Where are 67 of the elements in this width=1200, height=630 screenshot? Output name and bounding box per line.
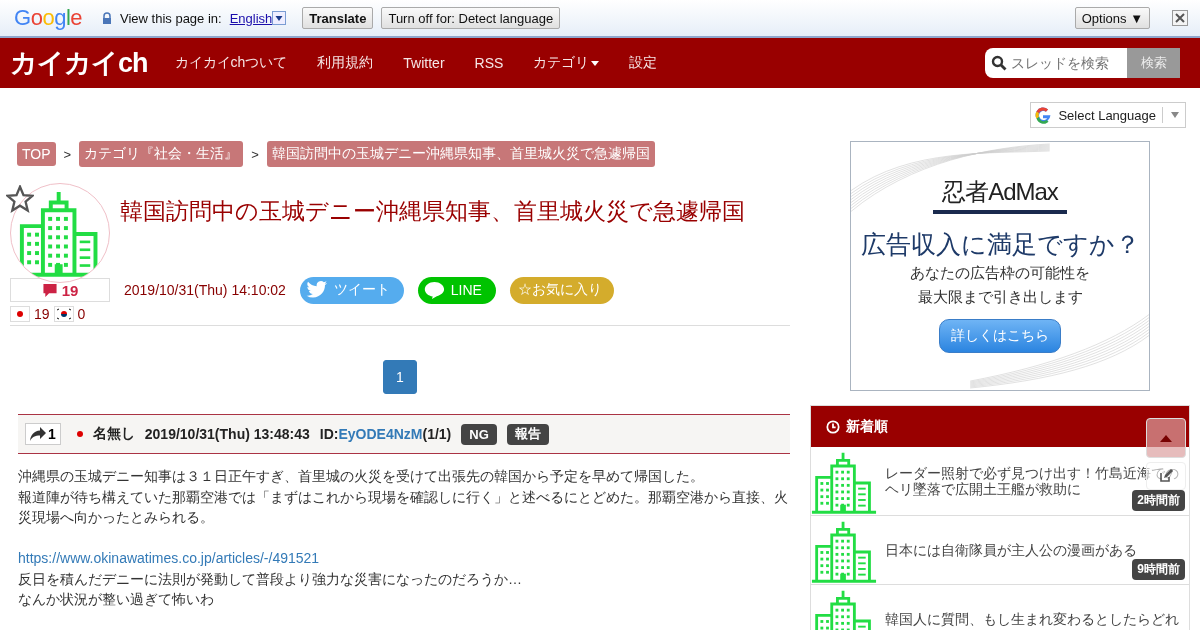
article-link[interactable]: https://www.okinawatimes.co.jp/articles/-/491521: [18, 550, 320, 566]
building-icon: [811, 520, 877, 584]
scroll-top-button[interactable]: [1146, 418, 1186, 458]
language-select[interactable]: Select Language: [1030, 102, 1186, 128]
breadcrumb-separator: >: [251, 146, 259, 162]
search-icon: [991, 55, 1007, 71]
star-icon[interactable]: [6, 185, 34, 213]
thread-title: 韓国訪問中の玉城デニー沖縄県知事、首里城火災で急遽帰国: [120, 198, 745, 224]
reply-button[interactable]: 1: [25, 423, 61, 445]
options-button[interactable]: Options ▼: [1074, 7, 1150, 29]
post-text: 反日を積んだデニーに法則が発動して普段より強力な災害になったのだろうか…: [18, 569, 523, 589]
translate-prompt: View this page in:: [120, 10, 222, 26]
post-date: 2019/10/31(Thu) 13:48:43: [144, 426, 310, 442]
country-count: 19: [34, 306, 50, 322]
time-badge: 2時間前: [1132, 490, 1185, 511]
nav-link[interactable]: RSS: [459, 55, 519, 71]
up-arrow-icon: [1160, 434, 1172, 442]
page-button[interactable]: 1: [383, 360, 417, 394]
ad-text: あなたの広告枠の可能性を: [910, 263, 1090, 283]
ad-text: 最大限まで引き出します: [917, 287, 1083, 307]
lock-icon: [102, 12, 112, 24]
share-arrow-icon: [30, 427, 46, 441]
building-icon: [811, 451, 877, 515]
close-icon[interactable]: [1172, 10, 1188, 26]
ad-headline: 広告収入に満足ですか？: [860, 229, 1140, 260]
ad-brand: 忍者AdMax: [942, 177, 1058, 207]
caret-icon: [1171, 112, 1179, 118]
translate-button[interactable]: Translate: [302, 7, 374, 29]
nav-link[interactable]: カイカイchついて: [159, 54, 303, 72]
site-logo[interactable]: カイカイch: [10, 45, 148, 81]
comment-icon: [41, 282, 58, 298]
thread-link[interactable]: 日本には自衛隊員が主人公の漫画がある: [885, 542, 1137, 558]
japan-flag-icon: [10, 306, 30, 322]
post-text: 報道陣が待ち構えていた那覇空港では「まずはこれから現場を確認しに行く」と述べるにとどめた。那覇空港から直接、火災現場へ向かったとみられる。: [18, 487, 789, 527]
thread-list-item[interactable]: 日本には自衛隊員が主人公の漫画がある 9時間前: [811, 516, 1189, 585]
thread-link[interactable]: 韓国人に質問、もし生まれ変わるとしたらどれ: [885, 611, 1179, 627]
post-action-button[interactable]: 報告: [506, 423, 549, 445]
nav-dropdown[interactable]: カテゴリ: [518, 54, 615, 72]
dropdown-icon[interactable]: [272, 11, 287, 25]
clock-icon: [826, 419, 840, 434]
poster-name: 名無し: [92, 425, 135, 443]
poster-id-link[interactable]: EyODE4NzM: [338, 426, 423, 442]
nav-link[interactable]: Twitter: [388, 55, 460, 71]
sidebar-title: 新着順: [846, 417, 888, 436]
google-icon: [1034, 106, 1053, 124]
nav-link[interactable]: 利用規約: [302, 54, 389, 72]
thread-list-item[interactable]: 韓国人に質問、もし生まれ変わるとしたらどれ: [811, 585, 1189, 630]
thread-date: 2019/10/31(Thu) 14:10:02: [124, 282, 286, 298]
status-dot: [76, 431, 83, 437]
breadcrumb-separator: >: [63, 146, 72, 162]
korea-flag-icon: [53, 306, 74, 322]
bird-icon: [305, 280, 328, 300]
id-post-count: (1/1): [422, 426, 452, 442]
speech-bubble-icon: [423, 279, 445, 301]
google-logo: Google: [14, 5, 82, 31]
nav-link[interactable]: 設定: [614, 54, 673, 72]
id-label: ID:: [319, 426, 339, 442]
post-text: なんか状況が整い過ぎて怖いわ: [18, 590, 215, 609]
country-count: 0: [77, 306, 86, 322]
time-badge: 9時間前: [1132, 559, 1185, 580]
caret-icon: [591, 60, 600, 66]
language-link[interactable]: English: [229, 10, 273, 26]
ad-banner[interactable]: 忍者AdMax 広告収入に満足ですか？ あなたの広告枠の可能性を 最大限まで引き出します 詳しくはこちら: [850, 141, 1150, 391]
post-action-button[interactable]: NG: [461, 423, 497, 445]
search-field[interactable]: スレッドを検索: [985, 48, 1127, 78]
turn-off-button[interactable]: Turn off for: Detect language: [381, 7, 561, 29]
post-text: 沖縄県の玉城デニー知事は３１日正午すぎ、首里城の火災を受けて出張先の韓国から予定を早めて帰国した。: [18, 467, 705, 486]
